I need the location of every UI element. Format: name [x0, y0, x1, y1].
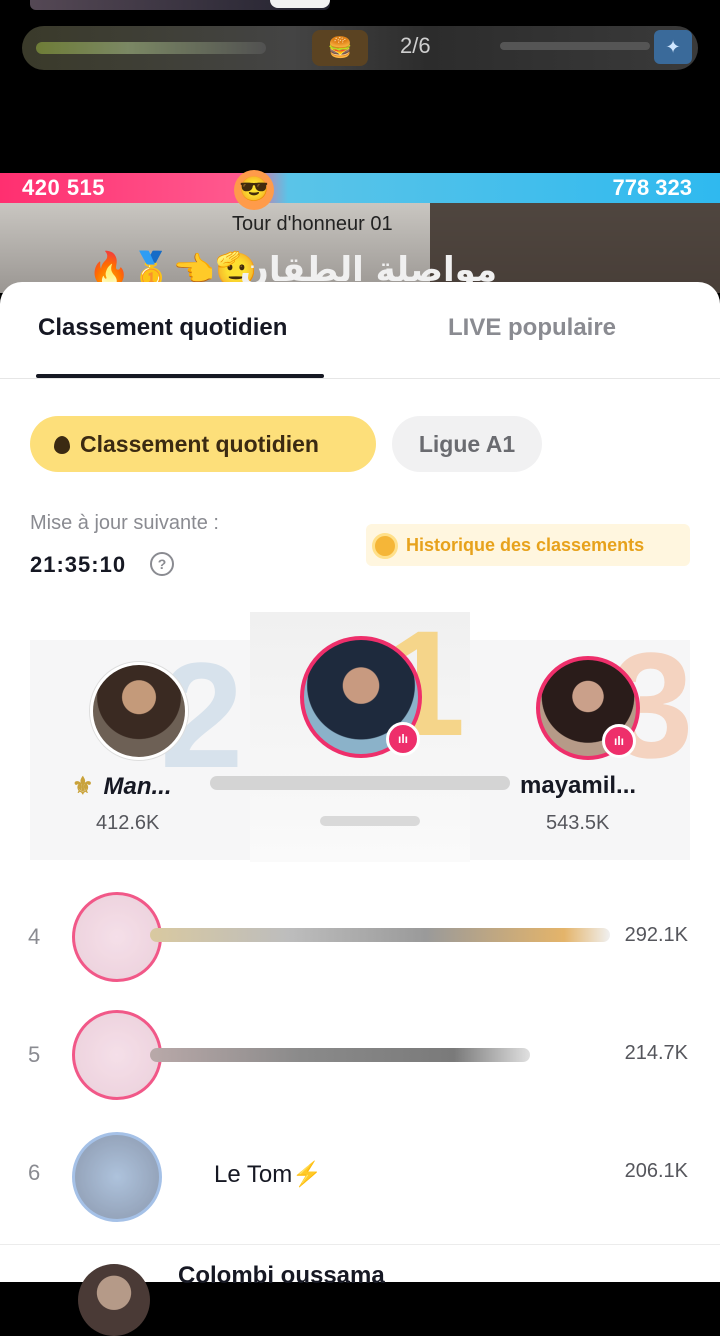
- list-avatar-4[interactable]: [72, 892, 162, 982]
- filter-league-a1[interactable]: Ligue A1: [392, 416, 542, 472]
- live-badge-icon: ılı: [386, 722, 420, 756]
- tab-daily-ranking[interactable]: Classement quotidien: [38, 314, 287, 342]
- podium-name-1-blurred[interactable]: [210, 776, 510, 790]
- countdown-timer: 21:35:10: [30, 552, 127, 577]
- left-battle-score: 420 515: [22, 175, 106, 200]
- list-divider: [0, 1244, 720, 1245]
- history-label: Historique des classements: [406, 535, 645, 555]
- list-rank-4: 4: [28, 924, 41, 949]
- list-name-4-blurred[interactable]: [150, 928, 610, 942]
- lightning-icon: ⚡: [292, 1161, 323, 1188]
- fleur-de-lis-icon: ⚜: [72, 773, 94, 800]
- podium-score-3: 543.5K: [546, 812, 610, 834]
- next-update-label: Mise à jour suivante :: [30, 512, 219, 534]
- podium-score-1-blurred: [320, 816, 420, 826]
- treasure-chest-icon[interactable]: 🍔: [312, 30, 368, 66]
- honor-subtitle: Tour d'honneur 01: [232, 213, 393, 235]
- filter-daily-label: Classement quotidien: [80, 431, 319, 457]
- list-score-6: 206.1K: [624, 1160, 688, 1182]
- podium-score-2: 412.6K: [96, 812, 160, 834]
- help-icon[interactable]: ?: [150, 552, 174, 576]
- list-name-next[interactable]: Colombi oussama: [178, 1262, 385, 1290]
- round-counter: 2/6: [400, 33, 431, 58]
- avatar-rank-2[interactable]: [90, 662, 188, 760]
- podium-name-3[interactable]: mayamil...: [520, 772, 636, 800]
- history-link[interactable]: Historique des classements: [366, 524, 690, 566]
- podium-name-2-text: Man...: [103, 773, 172, 800]
- list-avatar-next[interactable]: [78, 1264, 150, 1336]
- top-button[interactable]: [270, 0, 330, 8]
- list-name-6[interactable]: Le Tom⚡: [214, 1160, 322, 1189]
- right-battle-score: 778 323: [612, 175, 692, 200]
- round-right-blur: [500, 42, 650, 50]
- list-avatar-5[interactable]: [72, 1010, 162, 1100]
- list-score-5: 214.7K: [624, 1042, 688, 1064]
- battle-emoji-icon: 😎: [234, 170, 274, 210]
- gift-box-icon[interactable]: ✦: [654, 30, 692, 64]
- podium-name-2[interactable]: ⚜ Man...: [72, 772, 172, 801]
- round-progress-fill: [36, 42, 266, 54]
- drop-icon: [54, 436, 70, 454]
- list-rank-6: 6: [28, 1160, 41, 1185]
- list-rank-5: 5: [28, 1042, 41, 1067]
- list-score-4: 292.1K: [624, 924, 688, 946]
- medal-icon: [372, 533, 398, 560]
- filter-daily-ranking[interactable]: Classement quotidien: [30, 416, 376, 472]
- live-badge-icon: ılı: [602, 724, 636, 758]
- tab-live-popular[interactable]: LIVE populaire: [448, 314, 616, 342]
- list-name-5-blurred[interactable]: [150, 1048, 530, 1062]
- list-name-6-text: Le Tom: [214, 1161, 293, 1188]
- tab-divider: [0, 378, 720, 379]
- list-avatar-6[interactable]: [72, 1132, 162, 1222]
